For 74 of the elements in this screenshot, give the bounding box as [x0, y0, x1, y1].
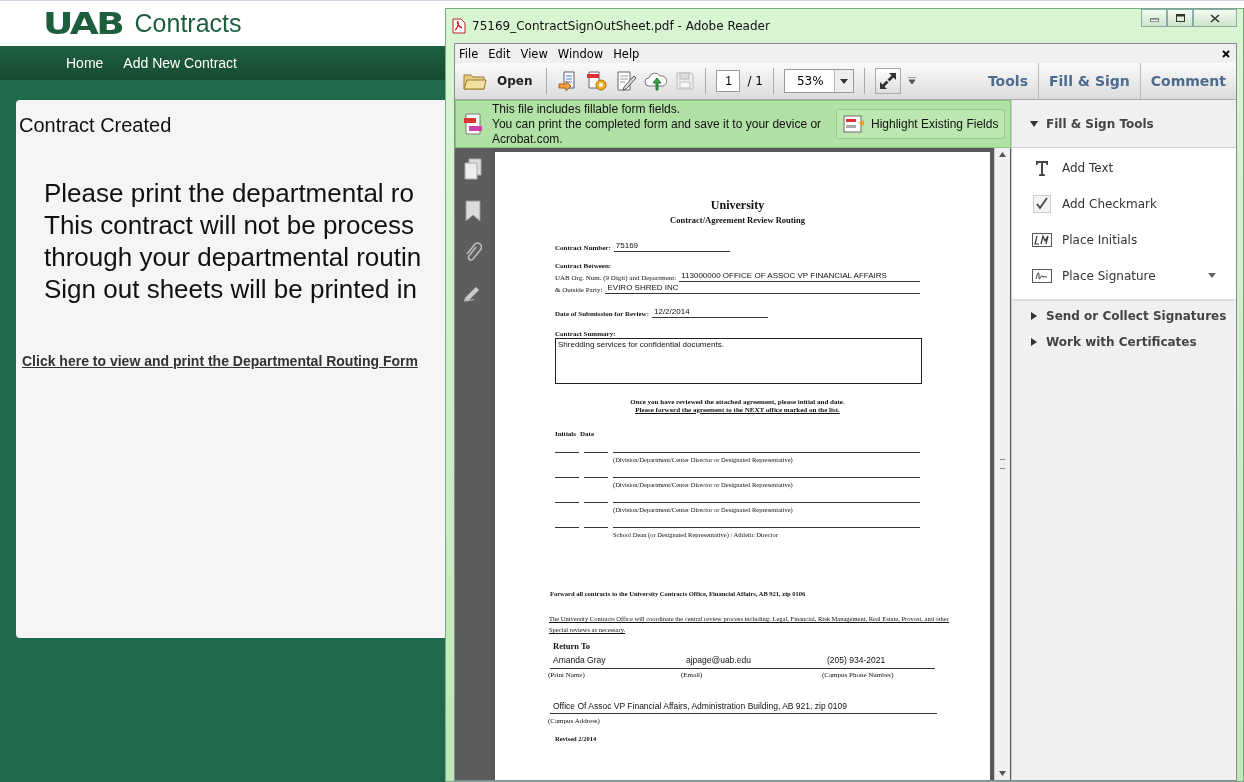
document-subtitle: Contract/Agreement Review Routing	[669, 215, 806, 225]
triangle-icon	[1030, 338, 1038, 346]
field-value[interactable]: (205) 934-2021	[824, 655, 889, 665]
caret-icon	[839, 78, 848, 84]
notice-text: This file includes fillable form fields.	[492, 101, 682, 117]
field-value[interactable]: Amanda Gray	[550, 655, 683, 665]
triangle-icon	[1030, 119, 1038, 128]
tool-item[interactable]: Add Text	[1032, 158, 1236, 177]
logo: UAB	[43, 8, 123, 39]
page-count: / 1	[747, 74, 763, 88]
site-title: Contracts	[134, 9, 242, 38]
card-heading: Contract Created	[19, 114, 172, 137]
panel-tab[interactable]: Comment	[1140, 73, 1236, 89]
full-screen-button[interactable]	[874, 68, 901, 94]
field-value[interactable]: ajpage@uab.edu	[683, 655, 824, 665]
panel-tab[interactable]: Tools	[977, 73, 1038, 89]
section-header[interactable]: Work with Certificates	[1030, 335, 1236, 349]
form-icon	[462, 112, 484, 136]
scroll-up-icon[interactable]	[999, 152, 1006, 157]
menu-item[interactable]: File	[459, 46, 479, 61]
summary-field[interactable]: Shredding services for confidential documents.	[555, 338, 922, 384]
open-button[interactable]: Open	[459, 72, 537, 90]
close-icon[interactable]	[1222, 49, 1230, 58]
scroll-down-icon[interactable]	[999, 771, 1006, 776]
signature-icon	[1032, 268, 1052, 283]
tool-item[interactable]: Place Initials	[1032, 230, 1236, 249]
return-heading: Return To	[553, 641, 592, 651]
message-line: through your departmental routin	[44, 241, 422, 273]
document-gear-icon[interactable]	[586, 70, 609, 92]
menu-item[interactable]: Edit	[488, 46, 511, 61]
pdf-file-icon	[452, 18, 466, 34]
zoom-field[interactable]: 53%	[784, 69, 854, 93]
initials-icon	[1032, 232, 1052, 247]
field-value[interactable]: 113000000 OFFICE OF ASSOC VP FINANCIAL AFFAIRS	[679, 271, 920, 282]
message-line: This contract will not be process	[44, 209, 414, 241]
section-header[interactable]: Fill & Sign Tools	[1030, 116, 1154, 131]
nav-link[interactable]: Home	[66, 55, 104, 71]
diagonal-arrows-icon	[878, 72, 897, 90]
bookmark-icon[interactable]	[464, 200, 482, 222]
cloud-upload-icon[interactable]	[644, 70, 669, 92]
paperclip-icon[interactable]	[464, 242, 482, 264]
section-header[interactable]: Send or Collect Signatures	[1030, 309, 1236, 323]
menu-item[interactable]: Window	[557, 46, 604, 61]
tool-item[interactable]: Add Checkmark	[1032, 194, 1236, 213]
close-icon	[1210, 13, 1220, 23]
field-value[interactable]: Office Of Assoc VP Financial Affairs, Administration Building, AB 921, zip 0109	[550, 701, 937, 714]
caret-icon[interactable]	[907, 77, 916, 85]
field-value[interactable]: 75169	[613, 241, 730, 252]
field-value[interactable]: EVIRO SHRED INC	[605, 283, 920, 294]
nav-link[interactable]: Add New Contract	[123, 55, 237, 71]
folder-icon	[463, 72, 487, 90]
panel-tab[interactable]: Fill & Sign	[1038, 73, 1140, 89]
menu-item[interactable]: Help	[613, 46, 640, 61]
pages-icon[interactable]	[463, 158, 483, 180]
caret-icon[interactable]	[1208, 273, 1216, 278]
maximize-button[interactable]	[1167, 9, 1193, 27]
maximize-icon	[1175, 14, 1185, 22]
document-pencil-icon[interactable]	[615, 70, 638, 92]
document-title: University	[709, 198, 766, 213]
window-title: 75169_ContractSignOutSheet.pdf - Adobe Reader	[472, 19, 770, 33]
menu-item[interactable]: View	[520, 46, 548, 61]
triangle-icon	[1030, 312, 1038, 320]
close-button[interactable]	[1193, 9, 1237, 27]
message-line: Please print the departmental ro	[44, 177, 414, 209]
page-number-field[interactable]: 1	[716, 70, 741, 92]
highlight-fields-button[interactable]: Highlight Existing Fields	[836, 109, 1006, 139]
checkbox-icon	[1032, 194, 1052, 213]
field-value[interactable]: 12/2/2014	[652, 307, 768, 318]
message-line: Sign out sheets will be printed in	[44, 273, 417, 305]
notice-text: You can print the completed form and save it to your device or Acrobat.com.	[492, 116, 823, 147]
form-fields-icon	[843, 115, 865, 133]
routing-form-link[interactable]: Click here to view and print the Departmental Routing Form	[22, 353, 418, 369]
tool-item[interactable]: Place Signature	[1032, 266, 1236, 285]
scrollbar[interactable]	[994, 148, 1010, 780]
